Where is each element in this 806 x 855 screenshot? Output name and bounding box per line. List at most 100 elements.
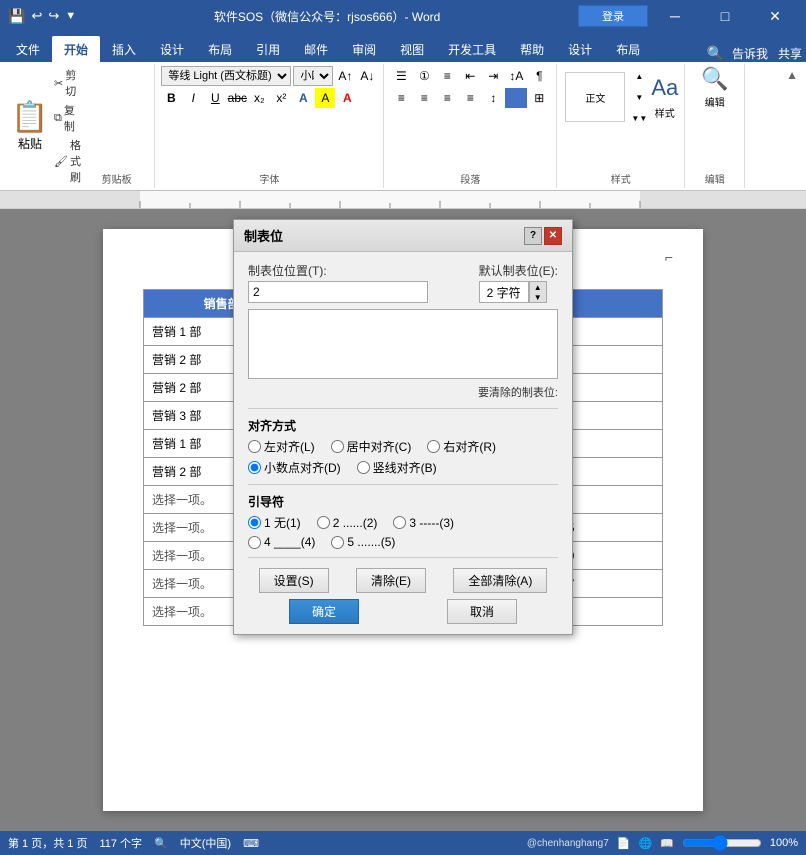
cut-button[interactable]: ✂剪切: [50, 66, 85, 100]
copy-button[interactable]: ⧉复制: [50, 101, 85, 135]
leader-dashes-radio[interactable]: [393, 516, 406, 529]
redo-icon[interactable]: ↪: [48, 8, 59, 24]
tab-mailings[interactable]: 邮件: [292, 36, 340, 62]
show-formatting-btn[interactable]: ¶: [528, 66, 550, 86]
leader-underline-radio[interactable]: [248, 536, 261, 549]
underline-button[interactable]: U: [205, 88, 225, 108]
spell-check-icon[interactable]: 🔍: [154, 837, 168, 850]
minimize-btn[interactable]: ─: [652, 0, 698, 32]
tab-design2[interactable]: 设计: [556, 36, 604, 62]
styles-pane-btn[interactable]: Aа 样式: [651, 75, 678, 120]
default-tab-up[interactable]: ▲: [530, 282, 546, 292]
quick-access-more[interactable]: ▼: [65, 10, 76, 22]
tab-developer[interactable]: 开发工具: [436, 36, 508, 62]
leader-dots-option[interactable]: 2 ......(2): [317, 514, 378, 531]
search-icon[interactable]: 🔍: [707, 45, 724, 62]
align-bar-radio[interactable]: [357, 461, 370, 474]
clear-button[interactable]: 清除(E): [356, 568, 426, 593]
ribbon-collapse-btn[interactable]: ▲: [782, 64, 802, 188]
styles-up-btn[interactable]: ▲: [629, 66, 649, 86]
paste-button[interactable]: 📋 粘贴: [10, 66, 50, 186]
align-decimal-option[interactable]: 小数点对齐(D): [248, 459, 341, 476]
text-effects-btn[interactable]: A: [293, 88, 313, 108]
layout-web-btn[interactable]: 🌐: [638, 837, 652, 850]
close-btn[interactable]: ✕: [752, 0, 798, 32]
maximize-btn[interactable]: □: [702, 0, 748, 32]
default-tab-down[interactable]: ▼: [530, 292, 546, 302]
tab-design[interactable]: 设计: [148, 36, 196, 62]
leader-underline-option[interactable]: 4 ____(4): [248, 535, 315, 549]
tab-list-area[interactable]: [248, 309, 558, 379]
leader-bold-dots-option[interactable]: 5 .......(5): [331, 535, 395, 549]
document-area[interactable]: ⌐ 销售部门 营销 1 部 营销 2 部: [0, 209, 806, 831]
ok-button[interactable]: 确定: [289, 599, 359, 624]
font-grow-btn[interactable]: A↑: [335, 66, 355, 86]
layout-print-btn[interactable]: 📄: [617, 837, 631, 850]
tab-view[interactable]: 视图: [388, 36, 436, 62]
align-right-option[interactable]: 右对齐(R): [427, 438, 496, 455]
leader-dots-radio[interactable]: [317, 516, 330, 529]
align-left-option[interactable]: 左对齐(L): [248, 438, 315, 455]
tab-file[interactable]: 文件: [4, 36, 52, 62]
tab-layout2[interactable]: 布局: [604, 36, 652, 62]
dialog-help-btn[interactable]: ?: [524, 227, 542, 245]
align-left-radio[interactable]: [248, 440, 261, 453]
normal-style-btn[interactable]: 正文: [565, 72, 625, 122]
tab-layout[interactable]: 布局: [196, 36, 244, 62]
multilevel-btn[interactable]: ≡: [436, 66, 458, 86]
justify-btn[interactable]: ≡: [459, 88, 481, 108]
font-name-select[interactable]: 等线 Light (西文标题): [161, 66, 291, 86]
text-highlight-btn[interactable]: A: [315, 88, 335, 108]
tab-review[interactable]: 审阅: [340, 36, 388, 62]
tab-home[interactable]: 开始: [52, 36, 100, 62]
shading-btn[interactable]: [505, 88, 527, 108]
save-icon[interactable]: 💾: [8, 8, 25, 25]
tell-me[interactable]: 告诉我: [732, 45, 768, 62]
styles-expand-btn[interactable]: ▼▼: [629, 108, 649, 128]
zoom-slider[interactable]: [682, 836, 762, 850]
tab-help[interactable]: 帮助: [508, 36, 556, 62]
set-button[interactable]: 设置(S): [259, 568, 329, 593]
leader-bold-dots-radio[interactable]: [331, 536, 344, 549]
align-bar-option[interactable]: 竖线对齐(B): [357, 459, 437, 476]
superscript-button[interactable]: x²: [271, 88, 291, 108]
font-size-select[interactable]: 小四: [293, 66, 333, 86]
share-icon[interactable]: 共享: [778, 45, 802, 62]
tab-references[interactable]: 引用: [244, 36, 292, 62]
input-mode-icon[interactable]: ⌨: [243, 837, 259, 850]
font-color-btn[interactable]: A: [337, 88, 357, 108]
strikethrough-button[interactable]: abc: [227, 88, 247, 108]
leader-none-option[interactable]: 1 无(1): [248, 514, 301, 531]
sort-btn[interactable]: ↕A: [505, 66, 527, 86]
borders-btn[interactable]: ⊞: [528, 88, 550, 108]
bold-button[interactable]: B: [161, 88, 181, 108]
align-right-radio[interactable]: [427, 440, 440, 453]
clear-all-button[interactable]: 全部清除(A): [453, 568, 547, 593]
format-painter-button[interactable]: 🖌格式刷: [50, 136, 85, 186]
font-shrink-btn[interactable]: A↓: [357, 66, 377, 86]
styles-down-btn[interactable]: ▼: [629, 87, 649, 107]
align-center-radio[interactable]: [331, 440, 344, 453]
subscript-button[interactable]: x₂: [249, 88, 269, 108]
increase-indent-btn[interactable]: ⇥: [482, 66, 504, 86]
decrease-indent-btn[interactable]: ⇤: [459, 66, 481, 86]
line-spacing-btn[interactable]: ↕: [482, 88, 504, 108]
tab-position-input[interactable]: [248, 281, 428, 303]
dialog-close-btn[interactable]: ✕: [544, 227, 562, 245]
align-left-btn[interactable]: ≡: [390, 88, 412, 108]
numbering-btn[interactable]: ①: [413, 66, 435, 86]
login-button[interactable]: 登录: [578, 5, 648, 27]
align-decimal-radio[interactable]: [248, 461, 261, 474]
bullets-btn[interactable]: ☰: [390, 66, 412, 86]
align-right-btn[interactable]: ≡: [436, 88, 458, 108]
italic-button[interactable]: I: [183, 88, 203, 108]
editing-btn[interactable]: 🔍 编辑: [701, 66, 728, 109]
default-tab-input[interactable]: [479, 281, 529, 303]
leader-dashes-option[interactable]: 3 -----(3): [393, 514, 454, 531]
align-center-btn[interactable]: ≡: [413, 88, 435, 108]
leader-none-radio[interactable]: [248, 516, 261, 529]
cancel-button[interactable]: 取消: [447, 599, 517, 624]
tab-insert[interactable]: 插入: [100, 36, 148, 62]
layout-read-btn[interactable]: 📖: [660, 837, 674, 850]
undo-icon[interactable]: ↩: [31, 8, 42, 24]
